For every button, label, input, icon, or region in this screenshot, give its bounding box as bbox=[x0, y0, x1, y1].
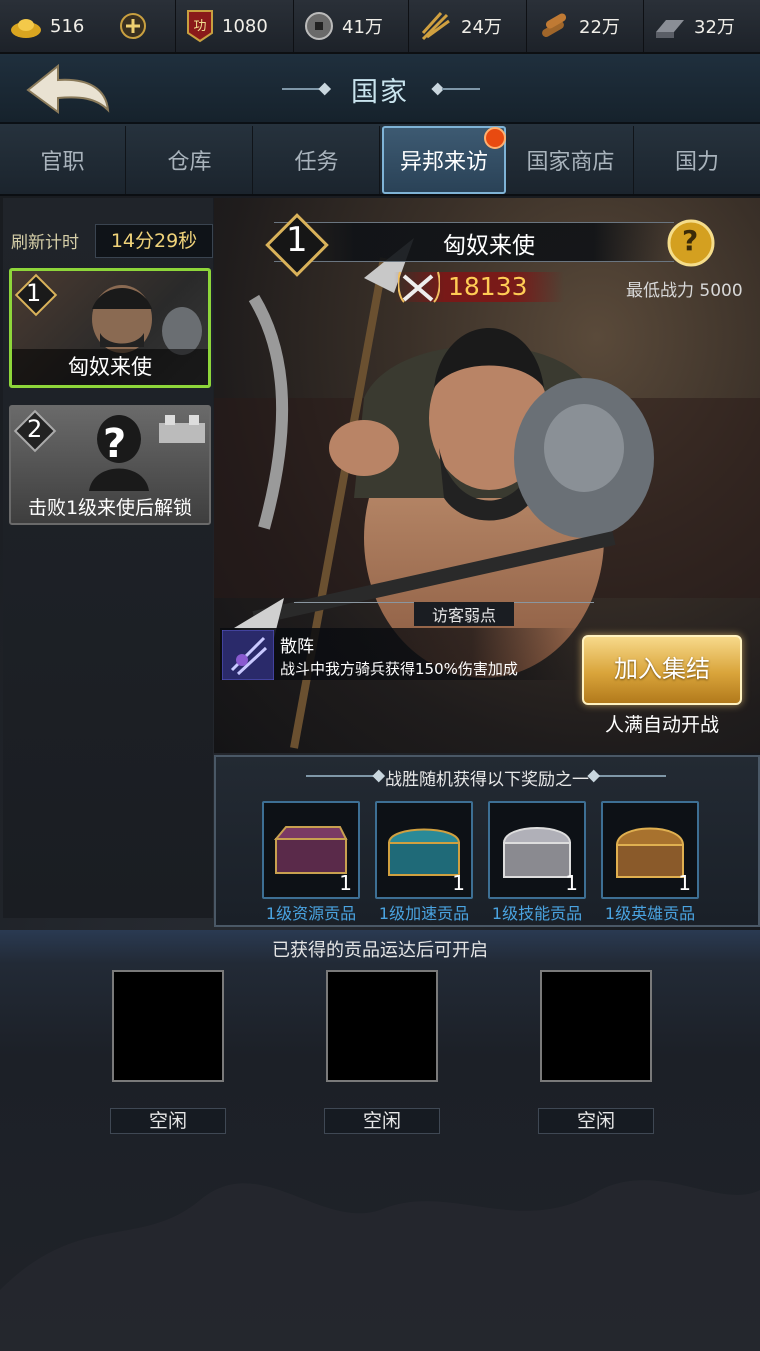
reward-4-label: 1级英雄贡品 bbox=[604, 904, 696, 923]
tab-official[interactable]: 官职 bbox=[0, 126, 126, 194]
visitor-card-1[interactable]: 1 匈奴来使 bbox=[9, 268, 211, 388]
skill-description: 战斗中我方骑兵获得150%伤害加成 bbox=[280, 660, 518, 678]
reward-1-label: 1级资源贡品 bbox=[265, 904, 357, 923]
envoy-level: 1 bbox=[286, 220, 308, 260]
resource-copper[interactable]: 41万 bbox=[294, 0, 409, 52]
tribute-header: 已获得的贡品运达后可开启 bbox=[272, 940, 488, 961]
gold-value: 516 bbox=[50, 15, 85, 37]
resource-grain[interactable]: 24万 bbox=[409, 0, 527, 52]
gold-ingot-icon bbox=[11, 19, 41, 38]
wood-log-icon bbox=[542, 13, 567, 37]
min-power: 最低战力 5000 bbox=[626, 281, 743, 301]
visitor-2-level: 2 bbox=[27, 415, 43, 443]
tab-national-shop[interactable]: 国家商店 bbox=[508, 126, 634, 194]
iron-ingot-icon bbox=[656, 20, 684, 38]
merit-badge-icon: 功 bbox=[187, 10, 213, 43]
tab-bar: 官职 仓库 任务 异邦来访 国家商店 国力 bbox=[0, 124, 760, 196]
refresh-timer: 14分29秒 bbox=[95, 224, 213, 258]
wood-value: 22万 bbox=[579, 17, 620, 38]
envoy-stage: 1 匈奴来使 ? 18133 最低战力 5000 访客弱点 散阵 战斗中我方骑兵… bbox=[214, 198, 760, 753]
visitor-2-name: 击败1级来使后解锁 bbox=[27, 497, 193, 519]
join-rally-button[interactable]: 加入集结 bbox=[582, 635, 742, 705]
tribute-panel: 已获得的贡品运达后可开启 空闲 空闲 空闲 bbox=[0, 930, 760, 1351]
reward-3-count: 1 bbox=[565, 871, 578, 895]
tab-warehouse[interactable]: 仓库 bbox=[127, 126, 253, 194]
tab-tasks[interactable]: 任务 bbox=[254, 126, 380, 194]
tribute-slot-2[interactable] bbox=[326, 970, 438, 1082]
reward-item-2[interactable]: 1 bbox=[375, 801, 473, 899]
notification-dot-icon bbox=[484, 127, 506, 149]
rewards-header: 战胜随机获得以下奖励之一 bbox=[385, 770, 589, 790]
resource-wood[interactable]: 22万 bbox=[527, 0, 644, 52]
reward-4-count: 1 bbox=[678, 871, 691, 895]
refresh-label: 刷新计时 bbox=[11, 233, 79, 253]
resource-iron[interactable]: 32万 bbox=[644, 0, 760, 52]
visitor-1-level: 1 bbox=[26, 279, 42, 307]
visitor-1-name: 匈奴来使 bbox=[12, 349, 208, 385]
skill-name: 散阵 bbox=[280, 637, 314, 657]
copper-value: 41万 bbox=[342, 17, 383, 38]
auto-battle-hint: 人满自动开战 bbox=[604, 714, 719, 736]
visitor-card-2[interactable]: 2 ? 击败1级来使后解锁 bbox=[9, 405, 211, 525]
visitor-list-panel: 刷新计时 14分29秒 1 匈奴来使 2 ? 击败1级来使后解锁 bbox=[3, 198, 213, 918]
tribute-slot-1-status: 空闲 bbox=[110, 1108, 226, 1134]
reward-item-1[interactable]: 1 bbox=[262, 801, 360, 899]
rewards-panel: 战胜随机获得以下奖励之一 1 1级资源贡品 1 1级加速贡品 1 1级技能贡品 … bbox=[214, 755, 760, 927]
iron-value: 32万 bbox=[694, 17, 735, 38]
reward-2-count: 1 bbox=[452, 871, 465, 895]
page-title: 国家 bbox=[351, 77, 409, 108]
crossed-swords-icon bbox=[398, 271, 440, 303]
reward-item-3[interactable]: 1 bbox=[488, 801, 586, 899]
add-gold-icon[interactable] bbox=[120, 13, 147, 39]
resource-merit[interactable]: 功 1080 bbox=[176, 0, 294, 52]
resource-bar: 516 功 1080 41万 24万 22万 32万 bbox=[0, 0, 760, 54]
tribute-slot-1[interactable] bbox=[112, 970, 224, 1082]
envoy-power: 18133 bbox=[448, 272, 528, 301]
tab-national-power[interactable]: 国力 bbox=[634, 126, 760, 194]
envoy-portrait-icon bbox=[92, 285, 202, 355]
tribute-slot-3-status: 空闲 bbox=[538, 1108, 654, 1134]
copper-coin-icon bbox=[305, 12, 333, 40]
tribute-slot-3[interactable] bbox=[540, 970, 652, 1082]
mystery-mark: ? bbox=[103, 421, 127, 467]
grain-value: 24万 bbox=[461, 17, 502, 38]
reward-2-label: 1级加速贡品 bbox=[378, 904, 470, 923]
help-mark[interactable]: ? bbox=[682, 224, 698, 257]
reward-1-count: 1 bbox=[339, 871, 352, 895]
svg-text:功: 功 bbox=[193, 19, 206, 34]
resource-gold[interactable]: 516 bbox=[0, 0, 176, 52]
reward-item-4[interactable]: 1 bbox=[601, 801, 699, 899]
game-screen: 516 功 1080 41万 24万 22万 32万 国家 官职 仓库 任务 异… bbox=[0, 0, 760, 1351]
lock-chest-icon bbox=[159, 415, 205, 443]
weakness-header: 访客弱点 bbox=[414, 602, 514, 626]
merit-value: 1080 bbox=[222, 15, 268, 37]
reward-3-label: 1级技能贡品 bbox=[491, 904, 583, 923]
grain-icon bbox=[421, 11, 450, 41]
skill-scatter-icon bbox=[222, 630, 274, 680]
envoy-name: 匈奴来使 bbox=[443, 233, 535, 259]
tribute-slot-2-status: 空闲 bbox=[324, 1108, 440, 1134]
